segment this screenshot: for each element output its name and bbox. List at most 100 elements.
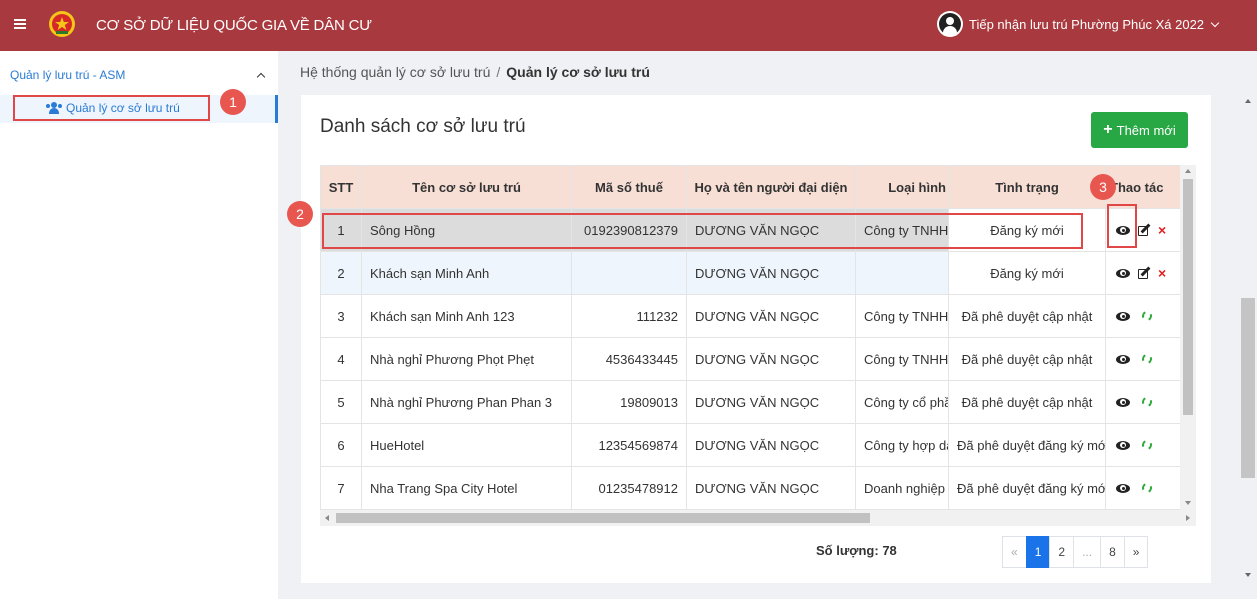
cell-rep: DƯƠNG VĂN NGỌC [686, 466, 856, 510]
chevron-down-icon [1210, 18, 1220, 27]
step-badge-3: 3 [1090, 174, 1116, 200]
cell-actions: × [1105, 251, 1180, 295]
table-horizontal-scrollbar[interactable] [320, 510, 1196, 526]
table-row[interactable]: 4 Nhà nghỉ Phương Phọt Phẹt 4536433445 DƯƠN… [320, 337, 1180, 381]
cell-type: Công ty TNHH [855, 337, 949, 381]
breadcrumb-current: Quản lý cơ sở lưu trú [506, 64, 650, 80]
col-stt: STT [320, 165, 362, 209]
cell-actions [1105, 423, 1180, 467]
add-new-button[interactable]: + Thêm mới [1091, 112, 1188, 148]
eye-icon[interactable] [1116, 268, 1130, 278]
cell-type: Doanh nghiệp [855, 466, 949, 510]
top-bar: CƠ SỞ DỮ LIỆU QUỐC GIA VỀ DÂN CƯ Tiếp nh… [0, 0, 1257, 51]
cell-type: Công ty hợp danh [855, 423, 949, 467]
sidebar-group-luu-tru[interactable]: Quản lý lưu trú - ASM [10, 65, 268, 85]
col-rep: Họ và tên người đại diện [686, 165, 856, 209]
cell-name: Nha Trang Spa City Hotel [361, 466, 572, 510]
col-type: Loại hình [855, 165, 949, 209]
cell-name: Nhà nghỉ Phương Phan Phan 3 [361, 380, 572, 424]
cell-status: Đã phê duyệt cập nhật [948, 294, 1106, 338]
cell-stt: 4 [320, 337, 362, 381]
cell-status: Đã phê duyệt đăng ký mới [948, 466, 1106, 510]
cell-status: Đăng ký mới [948, 251, 1106, 295]
cell-status: Đã phê duyệt cập nhật [948, 337, 1106, 381]
delete-icon[interactable]: × [1158, 223, 1166, 237]
add-new-label: Thêm mới [1116, 122, 1176, 138]
cell-rep: DƯƠNG VĂN NGỌC [686, 251, 856, 295]
table-row[interactable]: 3 Khách sạn Minh Anh 123 111232 DƯƠNG VĂN N… [320, 294, 1180, 338]
police-emblem-icon [49, 11, 75, 37]
table-header: STT Tên cơ sở lưu trú Mã số thuế Họ và t… [320, 165, 1180, 209]
eye-icon[interactable] [1116, 354, 1130, 364]
edit-icon[interactable] [1138, 266, 1151, 279]
table-row[interactable]: 2 Khách sạn Minh Anh DƯƠNG VĂN NGỌC Đăng ký… [320, 251, 1180, 295]
table-row[interactable]: 7 Nha Trang Spa City Hotel 01235478912 DƯƠN… [320, 466, 1180, 510]
cell-name: Khách sạn Minh Anh [361, 251, 572, 295]
cell-type: Công ty cổ phần [855, 380, 949, 424]
eye-icon[interactable] [1116, 440, 1130, 450]
cell-status: Đã phê duyệt cập nhật [948, 380, 1106, 424]
cell-type [855, 251, 949, 295]
sidebar: Quản lý lưu trú - ASM Quản lý cơ sở lưu … [0, 51, 278, 599]
eye-icon[interactable] [1116, 311, 1130, 321]
col-tax: Mã số thuế [571, 165, 687, 209]
breadcrumb: Hệ thống quản lý cơ sở lưu trú / Quản lý c… [300, 64, 650, 80]
cell-actions [1105, 294, 1180, 338]
sidebar-group-label: Quản lý lưu trú - ASM [10, 68, 126, 82]
cell-stt: 3 [320, 294, 362, 338]
refresh-icon[interactable] [1140, 481, 1154, 495]
page-button[interactable]: 8 [1100, 536, 1125, 568]
highlight-box-view [1107, 204, 1137, 248]
refresh-icon[interactable] [1140, 395, 1154, 409]
page-button: ... [1073, 536, 1102, 568]
cell-tax: 4536433445 [571, 337, 687, 381]
cell-tax [571, 251, 687, 295]
page-button[interactable]: » [1123, 536, 1149, 568]
menu-icon[interactable] [14, 18, 26, 30]
eye-icon[interactable] [1116, 483, 1130, 493]
edit-icon[interactable] [1138, 223, 1151, 236]
refresh-icon[interactable] [1140, 438, 1154, 452]
page-button[interactable]: 2 [1049, 536, 1075, 568]
table-row[interactable]: 6 HueHotel 12354569874 DƯƠNG VĂN NGỌC Công t… [320, 423, 1180, 467]
cell-stt: 2 [320, 251, 362, 295]
cell-stt: 7 [320, 466, 362, 510]
page-title: Danh sách cơ sở lưu trú [320, 116, 526, 137]
step-badge-1: 1 [220, 89, 246, 115]
cell-status: Đã phê duyệt đăng ký mới [948, 423, 1106, 467]
page-button[interactable]: « [1002, 536, 1027, 568]
cell-tax: 01235478912 [571, 466, 687, 510]
col-status: Tình trạng [948, 165, 1106, 209]
cell-rep: DƯƠNG VĂN NGỌC [686, 423, 856, 467]
cell-actions [1105, 466, 1180, 510]
page-button[interactable]: 1 [1025, 536, 1051, 568]
cell-rep: DƯƠNG VĂN NGỌC [686, 337, 856, 381]
breadcrumb-root[interactable]: Hệ thống quản lý cơ sở lưu trú [300, 64, 490, 80]
col-name: Tên cơ sở lưu trú [361, 165, 572, 209]
col-actions: Thao tác [1105, 165, 1180, 209]
plus-icon: + [1103, 121, 1113, 138]
pagination: «1 2... 8» [1002, 536, 1149, 568]
record-count: Số lượng: 78 [816, 543, 897, 558]
user-avatar-icon [937, 11, 963, 37]
highlight-box-row [322, 213, 1083, 249]
cell-actions [1105, 380, 1180, 424]
refresh-icon[interactable] [1140, 352, 1154, 366]
chevron-up-icon [256, 72, 266, 81]
highlight-box-sidebar [13, 95, 210, 121]
refresh-icon[interactable] [1140, 309, 1154, 323]
user-menu[interactable]: Tiếp nhận lưu trú Phường Phúc Xá 2022 [937, 11, 1220, 37]
eye-icon[interactable] [1116, 397, 1130, 407]
cell-tax: 19809013 [571, 380, 687, 424]
cell-actions [1105, 337, 1180, 381]
delete-icon[interactable]: × [1158, 266, 1166, 280]
cell-type: Công ty TNHH [855, 294, 949, 338]
cell-name: HueHotel [361, 423, 572, 467]
page-scrollbar[interactable] [1239, 95, 1257, 583]
table-row[interactable]: 5 Nhà nghỉ Phương Phan Phan 3 19809013 DƯƠN… [320, 380, 1180, 424]
step-badge-2: 2 [287, 201, 313, 227]
table-vertical-scrollbar[interactable] [1180, 165, 1196, 510]
cell-tax: 12354569874 [571, 423, 687, 467]
cell-rep: DƯƠNG VĂN NGỌC [686, 380, 856, 424]
cell-name: Khách sạn Minh Anh 123 [361, 294, 572, 338]
